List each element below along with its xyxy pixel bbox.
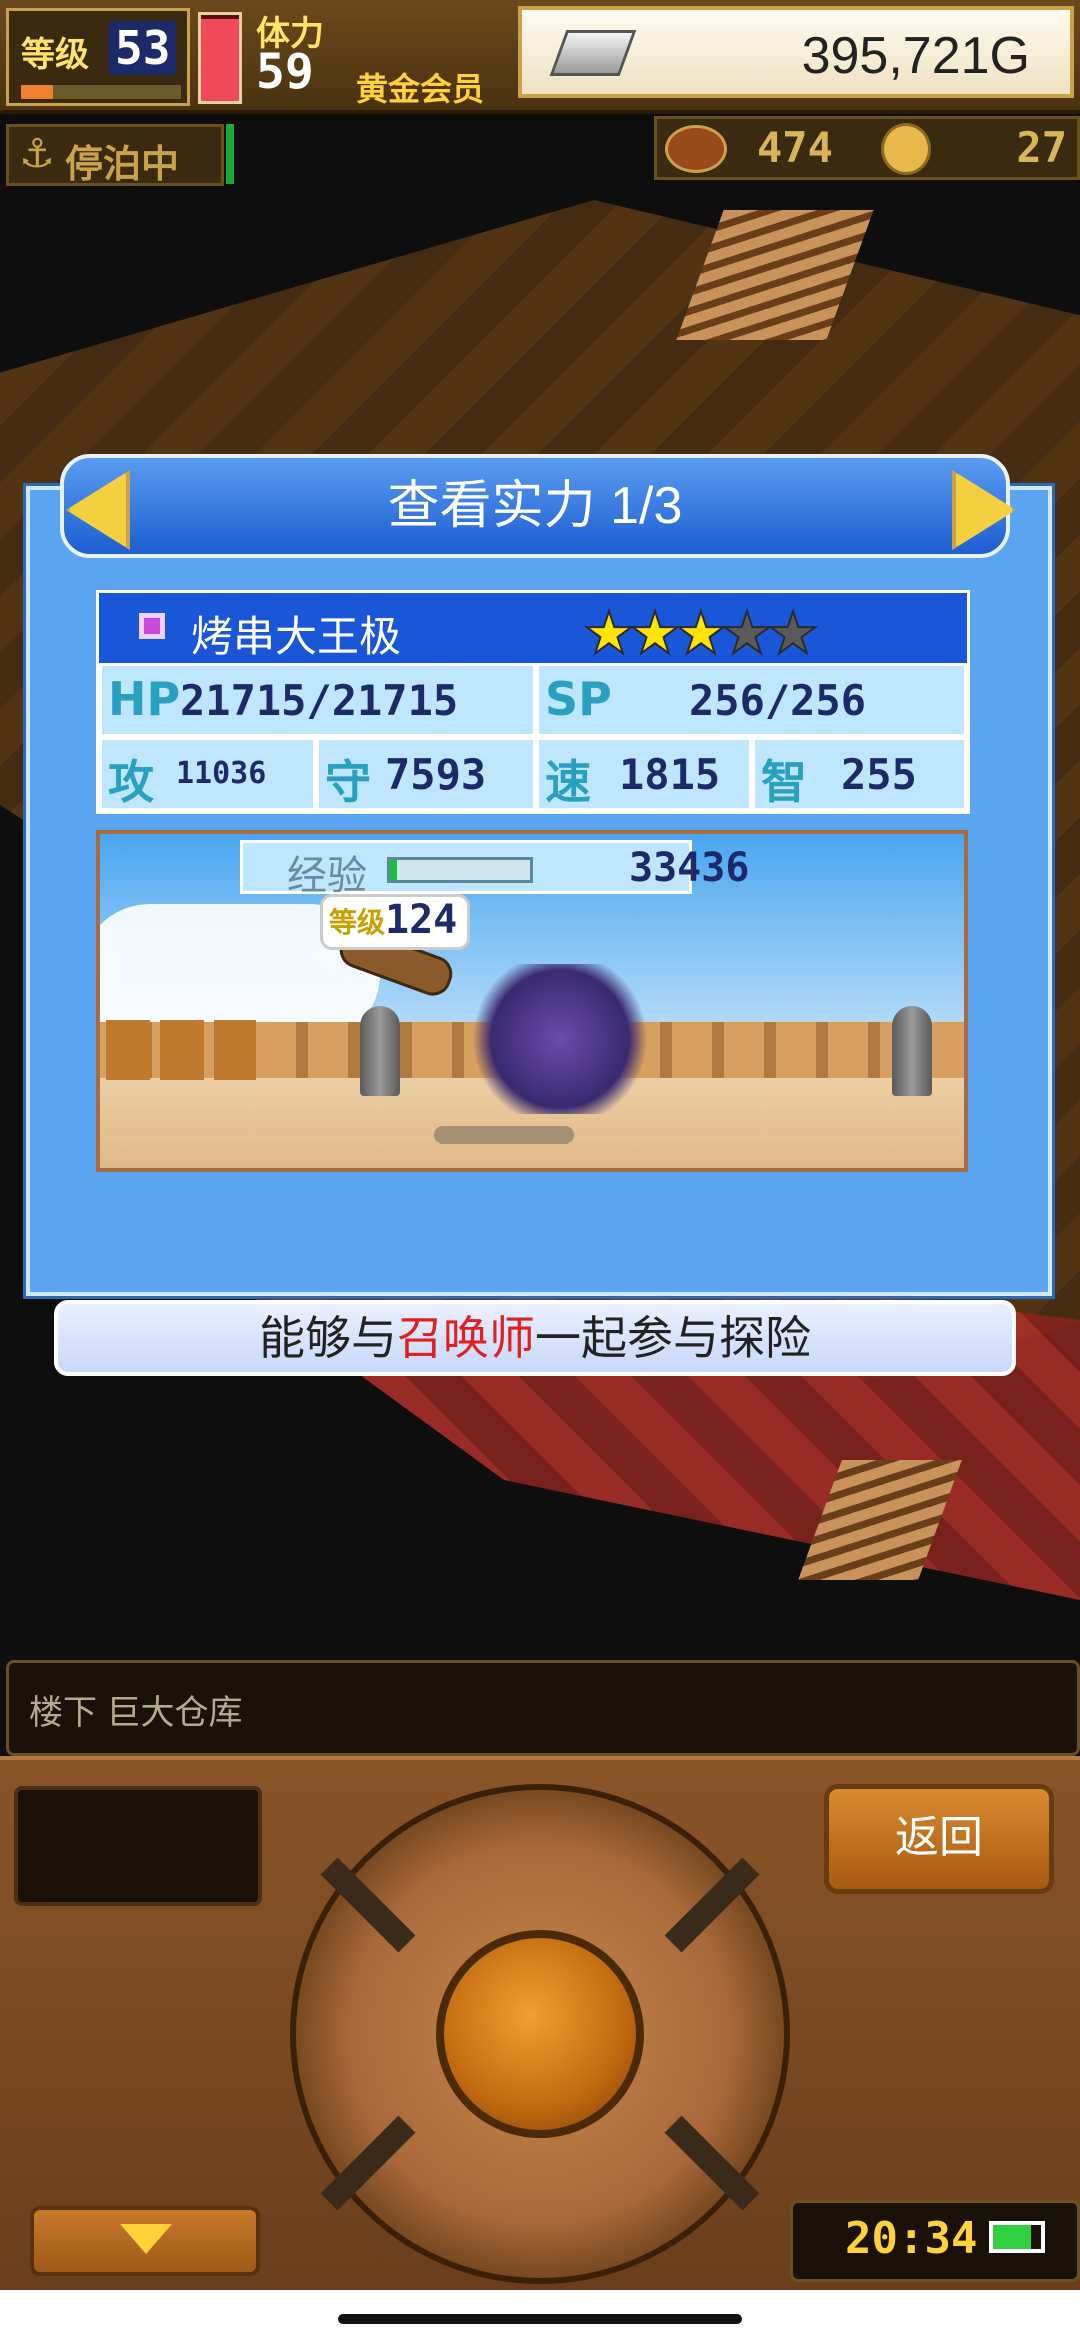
player-level-progress-fill (21, 85, 53, 99)
defense-label: 守 (325, 755, 371, 809)
dpad-center-button[interactable] (436, 1930, 644, 2138)
docked-status-label: 停泊中 (65, 142, 180, 186)
experience-label: 经验 (287, 854, 367, 898)
attack-stat: 攻 11036 (99, 737, 316, 811)
experience-bar-fill (390, 860, 397, 880)
dpad-divider (320, 2115, 416, 2211)
star-filled-icon: ★ (674, 598, 728, 668)
experience-box: 经验 33436 (240, 840, 749, 898)
meat-icon (665, 125, 727, 173)
character-name-row: 烤串大王极 ★★★★★ (99, 593, 967, 668)
anchor-icon: ⚓ (19, 131, 55, 177)
hp-value: 21715/21715 (180, 676, 459, 725)
menu-down-button[interactable] (30, 2206, 260, 2276)
player-level-value: 53 (109, 21, 177, 75)
coin-icon (881, 123, 931, 175)
directional-pad[interactable] (290, 1784, 790, 2284)
star-empty-icon: ★ (720, 598, 774, 668)
clock-box: 20:34 (790, 2200, 1080, 2282)
top-status-bar: 等级 53 体力 59 黄金会员 395,721G (0, 0, 1080, 114)
battery-icon (989, 2221, 1045, 2253)
status-indicator (226, 124, 234, 184)
character-level-value: 124 (385, 897, 458, 943)
gold-amount: 395,721G (801, 27, 1030, 85)
silver-ingot-icon (549, 30, 637, 76)
experience-bar (387, 857, 533, 883)
defense-value: 7593 (385, 750, 487, 799)
description-after: 一起参与探险 (535, 1312, 811, 1364)
defense-stat: 守 7593 (316, 737, 536, 811)
description-text: 能够与召唤师一起参与探险 (58, 1304, 1012, 1372)
character-sprite (460, 964, 660, 1114)
character-shadow (434, 1126, 574, 1144)
player-level-label: 等级 (21, 35, 89, 75)
stamina-value: 59 (256, 44, 314, 100)
dialog-title: 查看实力 1/3 (387, 477, 683, 535)
character-description: 能够与召唤师一起参与探险 (54, 1300, 1016, 1376)
star-filled-icon: ★ (582, 598, 636, 668)
stamina-gauge-fill (201, 19, 239, 101)
barrels (106, 1020, 256, 1080)
hp-label: HP (108, 672, 181, 726)
experience-value: 33436 (629, 845, 750, 891)
gold-box[interactable]: 395,721G (518, 6, 1074, 98)
stats-panel: 烤串大王极 ★★★★★ HP 21715/21715 SP 256/256 攻 … (96, 590, 970, 814)
intelligence-stat: 智 255 (752, 737, 967, 811)
location-name: 楼下 巨大仓库 (29, 1694, 243, 1732)
description-highlight: 召唤师 (397, 1312, 535, 1364)
home-indicator[interactable] (338, 2314, 742, 2324)
intelligence-value: 255 (841, 750, 917, 799)
docked-status: ⚓ 停泊中 (6, 124, 224, 186)
sp-stat: SP 256/256 (536, 663, 967, 737)
player-level-progress (21, 85, 181, 99)
attack-label: 攻 (108, 755, 154, 809)
empty-slot[interactable] (14, 1786, 262, 1906)
gold-member-badge: 黄金会员 (356, 70, 485, 108)
cannon-right (892, 1006, 932, 1096)
dpad-divider (664, 1857, 760, 1953)
character-preview-scene: 经验 33436 等级 124 (96, 830, 968, 1172)
clock-time: 20:34 (845, 2213, 978, 2264)
resource-counter: 474 27 (654, 116, 1080, 180)
meat-count: 474 (757, 123, 833, 172)
coin-count: 27 (1016, 123, 1067, 172)
intelligence-label: 智 (761, 755, 807, 809)
dpad-divider (320, 1857, 416, 1953)
rarity-square-icon (139, 613, 165, 639)
character-name: 烤串大王极 (191, 613, 402, 660)
speed-value: 1815 (619, 750, 721, 799)
star-empty-icon: ★ (766, 598, 820, 668)
cannon-left (360, 1006, 400, 1096)
control-panel: 返回 20:34 (0, 1756, 1080, 2290)
character-level-label: 等级 (329, 906, 386, 939)
back-button-label: 返回 (895, 1813, 983, 1862)
down-arrow-icon (120, 2224, 172, 2254)
star-rating: ★★★★★ (582, 598, 820, 668)
dialog-header: 查看实力 1/3 (60, 454, 1010, 558)
speed-label: 速 (545, 755, 591, 809)
star-filled-icon: ★ (628, 598, 682, 668)
battery-level (993, 2225, 1032, 2249)
dpad-divider (664, 2115, 760, 2211)
character-level-bubble: 等级 124 (320, 894, 470, 950)
sp-value: 256/256 (689, 676, 867, 725)
player-level-box: 等级 53 (6, 8, 190, 106)
sp-label: SP (545, 672, 612, 726)
speed-stat: 速 1815 (536, 737, 752, 811)
back-button[interactable]: 返回 (824, 1784, 1054, 1894)
stamina-gauge (198, 12, 242, 104)
hp-stat: HP 21715/21715 (99, 663, 536, 737)
description-before: 能够与 (259, 1312, 397, 1364)
attack-value: 11036 (176, 756, 267, 791)
location-bar: 楼下 巨大仓库 (6, 1660, 1080, 1756)
